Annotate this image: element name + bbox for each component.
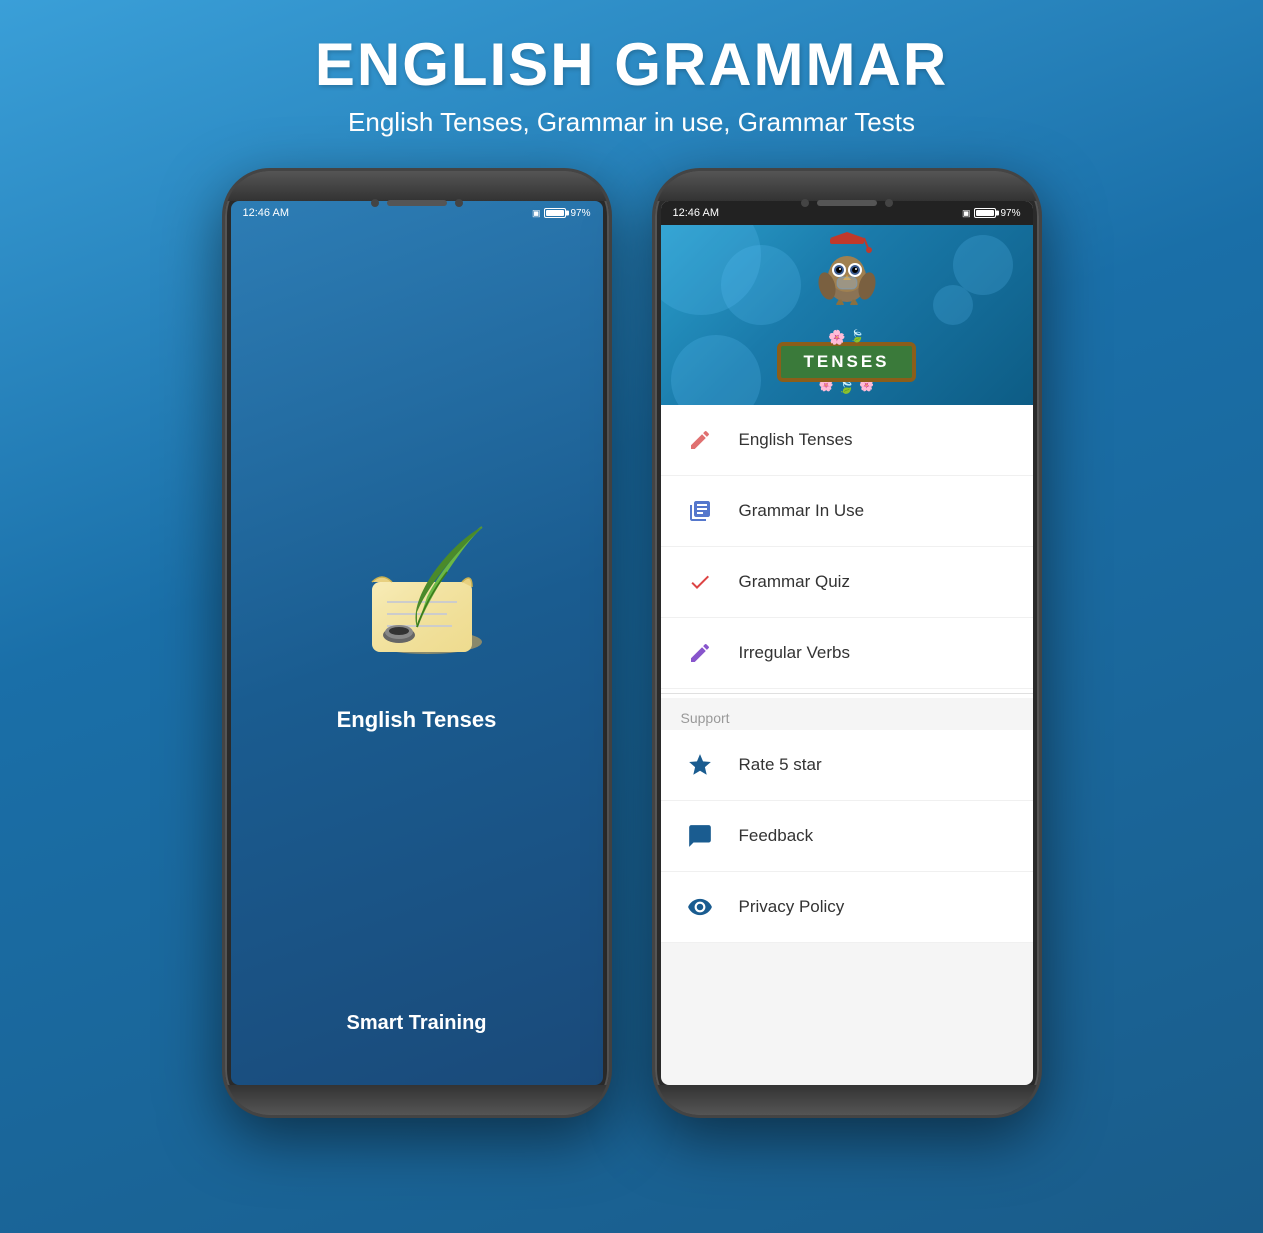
- menu-label-irregular-verbs: Irregular Verbs: [739, 643, 851, 663]
- time-right: 12:46 AM: [673, 207, 719, 219]
- phones-container: 12:46 AM ▣ 97%: [222, 168, 1042, 1118]
- time-left: 12:46 AM: [243, 207, 289, 219]
- app-icon: [337, 517, 497, 677]
- phone-right-screen: 12:46 AM ▣ 97%: [661, 201, 1033, 1085]
- battery-icon-right: ▣: [962, 208, 971, 219]
- battery-fill-left: [546, 210, 564, 216]
- circle-2: [721, 245, 801, 325]
- phone-left-notch: [371, 199, 463, 207]
- phone-left-screen: 12:46 AM ▣ 97%: [231, 201, 603, 1085]
- tenses-sign: TENSES: [777, 342, 915, 382]
- camera-left-2: [455, 199, 463, 207]
- owl-svg: [812, 230, 882, 305]
- menu-item-english-tenses[interactable]: English Tenses: [661, 405, 1033, 476]
- battery-pct-left: 97%: [570, 208, 590, 219]
- banner-tenses-text: TENSES: [803, 352, 889, 371]
- menu-list: English Tenses Grammar In Use: [661, 405, 1033, 943]
- battery-fill-right: [976, 210, 994, 216]
- smart-training-label: Smart Training: [346, 1012, 486, 1035]
- circle-4: [933, 285, 973, 325]
- battery-right: [974, 208, 996, 218]
- phone-right: 12:46 AM ▣ 97%: [652, 168, 1042, 1118]
- check-icon: [681, 563, 719, 601]
- menu-label-english-tenses: English Tenses: [739, 430, 853, 450]
- app-title-left: English Tenses: [337, 707, 497, 733]
- battery-left: [544, 208, 566, 218]
- phone-right-notch: [801, 199, 893, 207]
- app-header: ENGLISH GRAMMAR English Tenses, Grammar …: [315, 0, 948, 158]
- book-icon: [681, 492, 719, 530]
- quill-scroll-svg: [337, 517, 497, 667]
- status-right-right: ▣ 97%: [962, 208, 1021, 219]
- menu-label-feedback: Feedback: [739, 826, 814, 846]
- splash-content: English Tenses: [231, 225, 603, 1085]
- menu-item-grammar-quiz[interactable]: Grammar Quiz: [661, 547, 1033, 618]
- menu-item-feedback[interactable]: Feedback: [661, 801, 1033, 872]
- menu-divider: [661, 693, 1033, 694]
- status-right-left: ▣ 97%: [532, 208, 591, 219]
- menu-label-rate: Rate 5 star: [739, 755, 822, 775]
- menu-item-rate[interactable]: Rate 5 star: [661, 730, 1033, 801]
- menu-label-grammar-in-use: Grammar In Use: [739, 501, 865, 521]
- menu-label-privacy: Privacy Policy: [739, 897, 845, 917]
- chat-icon: [681, 817, 719, 855]
- battery-icon-left: ▣: [532, 208, 541, 219]
- camera-left: [371, 199, 379, 207]
- verb-icon: [681, 634, 719, 672]
- app-title: ENGLISH GRAMMAR: [315, 30, 948, 99]
- speaker-left: [387, 200, 447, 206]
- app-banner: 🌸 🍃 TENSES 🌸 🍃 🌸: [661, 225, 1033, 405]
- speaker-right: [817, 200, 877, 206]
- support-header: Support: [661, 698, 1033, 730]
- menu-item-privacy[interactable]: Privacy Policy: [661, 872, 1033, 943]
- battery-pct-right: 97%: [1000, 208, 1020, 219]
- circle-5: [671, 335, 761, 405]
- menu-label-grammar-quiz: Grammar Quiz: [739, 572, 850, 592]
- menu-item-irregular-verbs[interactable]: Irregular Verbs: [661, 618, 1033, 689]
- pencil-icon: [681, 421, 719, 459]
- camera-right: [801, 199, 809, 207]
- owl-container: [812, 230, 882, 305]
- menu-item-grammar-in-use[interactable]: Grammar In Use: [661, 476, 1033, 547]
- eye-icon: [681, 888, 719, 926]
- star-icon: [681, 746, 719, 784]
- camera-right-2: [885, 199, 893, 207]
- app-subtitle: English Tenses, Grammar in use, Grammar …: [315, 107, 948, 138]
- phone-left: 12:46 AM ▣ 97%: [222, 168, 612, 1118]
